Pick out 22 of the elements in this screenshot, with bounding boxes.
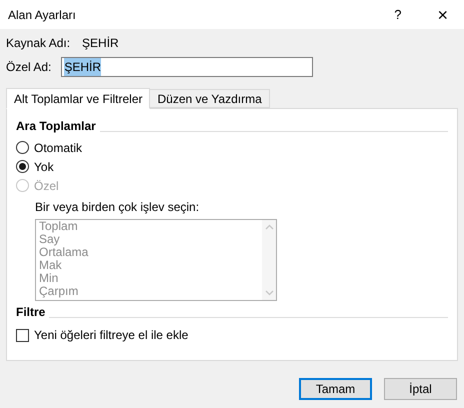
selected-text: ŞEHİR: [64, 58, 102, 76]
section-heading: Filtre: [16, 304, 46, 321]
radio-label: Yok: [34, 158, 54, 176]
checkbox-label: Yeni öğeleri filtreye el ile ekle: [34, 327, 188, 344]
custom-name-field[interactable]: ŞEHİR: [61, 57, 314, 77]
radio-label: Otomatik: [34, 140, 82, 156]
radio-button[interactable]: [16, 160, 29, 173]
dialog-button[interactable]: Tamam: [299, 378, 372, 400]
source-name-label: Kaynak Adı:: [6, 35, 70, 52]
radio-button[interactable]: [16, 141, 29, 154]
help-button[interactable]: ?: [394, 4, 402, 24]
tab[interactable]: Düzen ve Yazdırma: [150, 89, 270, 108]
custom-name-label: Özel Ad:: [6, 59, 52, 76]
section-heading: Ara Toplamlar: [16, 118, 96, 135]
window-title: Alan Ayarları: [8, 6, 76, 24]
dialog-button[interactable]: İptal: [384, 378, 457, 400]
tab[interactable]: Alt Toplamlar ve Filtreler: [6, 88, 150, 109]
checkbox[interactable]: [16, 328, 29, 342]
source-name-value: ŞEHİR: [82, 35, 119, 52]
close-button[interactable]: ×: [437, 6, 448, 24]
function-prompt: Bir veya birden çok işlev seçin:: [35, 200, 200, 214]
radio-label: Özel: [34, 178, 59, 194]
